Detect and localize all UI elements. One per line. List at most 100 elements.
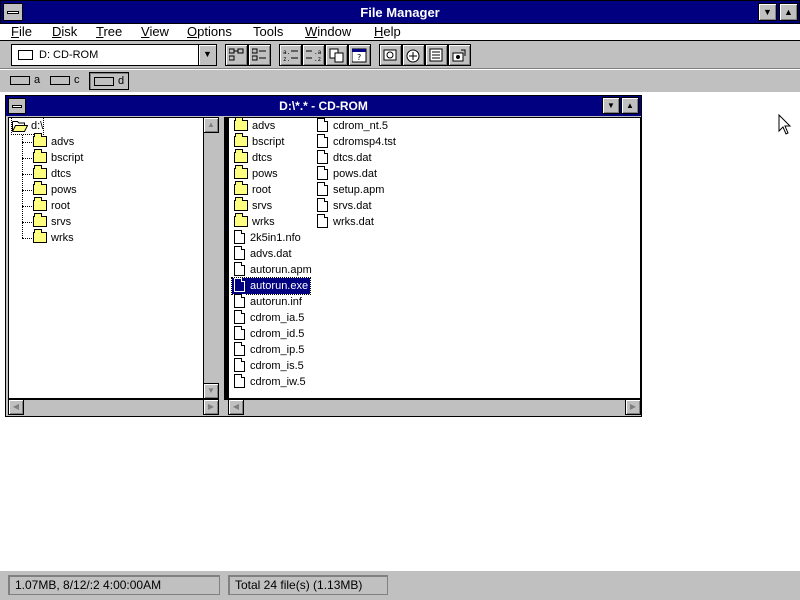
sort-by-type-button[interactable]: .a .z bbox=[302, 44, 325, 66]
tree-item-root[interactable]: root bbox=[33, 196, 70, 214]
connect-network-drive-button[interactable] bbox=[225, 44, 248, 66]
tree-horizontal-scrollbar[interactable]: ◀ ▶ bbox=[8, 399, 219, 415]
folder-item[interactable]: root bbox=[232, 180, 273, 198]
file-item[interactable]: cdrom_iw.5 bbox=[232, 374, 308, 390]
view-contents-button[interactable] bbox=[425, 44, 448, 66]
tree-item-root[interactable]: d:\ bbox=[10, 118, 45, 135]
menu-window[interactable]: Window bbox=[305, 24, 351, 40]
file-item[interactable]: setup.apm bbox=[315, 182, 386, 198]
file-item[interactable]: advs.dat bbox=[232, 246, 294, 262]
tree-item-label: advs bbox=[51, 136, 75, 148]
menu-disk[interactable]: Disk bbox=[52, 24, 77, 40]
item-label: setup.apm bbox=[333, 184, 385, 196]
folder-icon bbox=[234, 118, 248, 131]
file-icon bbox=[317, 118, 328, 133]
drive-a[interactable]: a bbox=[6, 72, 46, 90]
drive-d[interactable]: d bbox=[89, 72, 129, 90]
menu-view[interactable]: View bbox=[141, 24, 169, 40]
file-item[interactable]: dtcs.dat bbox=[315, 150, 374, 166]
maximize-button[interactable]: ▲ bbox=[779, 3, 798, 21]
menu-options[interactable]: Options bbox=[187, 24, 232, 40]
contents-horizontal-scrollbar[interactable]: ◀ ▶ bbox=[224, 399, 641, 415]
tree-item-label: d:\ bbox=[31, 120, 44, 132]
file-item[interactable]: pows.dat bbox=[315, 166, 379, 182]
scroll-left-icon[interactable]: ◀ bbox=[8, 399, 24, 415]
shared-folder-icon bbox=[452, 49, 466, 62]
file-icon bbox=[234, 230, 245, 245]
file-item[interactable]: autorun.exe bbox=[230, 277, 312, 295]
directory-contents[interactable]: advs bscript dtcs pows root srvs wrks 2k5in1.nf… bbox=[228, 117, 641, 399]
chevron-down-icon[interactable]: ▼ bbox=[198, 45, 216, 65]
window-title: File Manager bbox=[360, 5, 440, 20]
title-bar[interactable]: File Manager ▼ ▲ bbox=[0, 0, 800, 24]
file-properties-button[interactable]: ? bbox=[348, 44, 371, 66]
item-label: pows bbox=[252, 168, 278, 180]
sort-by-name-button[interactable]: a. z. bbox=[279, 44, 302, 66]
scroll-up-icon[interactable]: ▲ bbox=[203, 117, 219, 133]
menu-tools[interactable]: Tools bbox=[253, 24, 283, 40]
scroll-down-icon[interactable]: ▼ bbox=[203, 383, 219, 399]
file-item[interactable]: autorun.inf bbox=[232, 294, 304, 310]
file-item[interactable]: cdrom_ia.5 bbox=[232, 310, 306, 326]
directory-tree[interactable]: d:\ advs bscript dtcs pows root srvs wrks bbox=[8, 117, 205, 399]
folder-item[interactable]: srvs bbox=[232, 196, 274, 214]
menu-file[interactable]: File bbox=[11, 24, 32, 40]
file-item[interactable]: cdrom_is.5 bbox=[232, 358, 306, 374]
drive-c[interactable]: c bbox=[46, 72, 86, 90]
folder-item[interactable]: dtcs bbox=[232, 148, 274, 166]
open-folder-icon bbox=[12, 121, 29, 133]
sort-type-icon: .a.z bbox=[306, 49, 321, 62]
drive-select[interactable]: D: CD-ROM ▼ bbox=[11, 44, 217, 66]
folder-icon bbox=[234, 164, 248, 179]
tree-item-advs[interactable]: advs bbox=[33, 132, 75, 150]
folder-item[interactable]: bscript bbox=[232, 132, 286, 150]
tree-item-wrks[interactable]: wrks bbox=[33, 228, 74, 246]
stop-sharing-button[interactable] bbox=[402, 44, 425, 66]
copy-files-button[interactable] bbox=[325, 44, 348, 66]
tree-vertical-scrollbar[interactable]: ▲ ▼ bbox=[203, 117, 219, 399]
folder-item[interactable]: wrks bbox=[232, 212, 277, 230]
share-as-button[interactable] bbox=[379, 44, 402, 66]
status-total-info: Total 24 file(s) (1.13MB) bbox=[228, 575, 388, 595]
file-item[interactable]: cdrom_ip.5 bbox=[232, 342, 306, 358]
menu-tree[interactable]: Tree bbox=[96, 24, 122, 40]
child-minimize-button[interactable]: ▼ bbox=[602, 97, 620, 114]
file-icon bbox=[234, 246, 245, 261]
svg-text:.z: .z bbox=[314, 56, 321, 62]
menu-help[interactable]: Help bbox=[374, 24, 401, 40]
item-label: cdrom_iw.5 bbox=[250, 376, 306, 388]
properties-icon: ? bbox=[352, 48, 367, 63]
disconnect-network-drive-button[interactable] bbox=[248, 44, 271, 66]
child-maximize-button[interactable]: ▲ bbox=[621, 97, 639, 114]
scroll-right-icon[interactable]: ▶ bbox=[625, 399, 641, 415]
tree-item-bscript[interactable]: bscript bbox=[33, 148, 83, 166]
folder-icon bbox=[33, 228, 47, 243]
drive-select-value: D: CD-ROM bbox=[39, 49, 99, 61]
scroll-right-icon[interactable]: ▶ bbox=[203, 399, 219, 415]
tree-item-label: dtcs bbox=[51, 168, 72, 180]
cdrom-drive-icon bbox=[18, 50, 33, 60]
tree-item-label: root bbox=[51, 200, 70, 212]
tree-item-dtcs[interactable]: dtcs bbox=[33, 164, 72, 182]
shared-folders-button[interactable] bbox=[448, 44, 471, 66]
scroll-left-icon[interactable]: ◀ bbox=[228, 399, 244, 415]
file-item[interactable]: srvs.dat bbox=[315, 198, 374, 214]
folder-item[interactable]: advs bbox=[232, 118, 277, 134]
tree-item-srvs[interactable]: srvs bbox=[33, 212, 71, 230]
file-icon bbox=[317, 182, 328, 197]
directory-window[interactable]: D:\*.* - CD-ROM ▼ ▲ d:\ advs bscript dtcs p… bbox=[5, 95, 642, 417]
tree-connector bbox=[22, 206, 32, 207]
file-item[interactable]: cdrom_nt.5 bbox=[315, 118, 390, 134]
item-label: cdrom_nt.5 bbox=[333, 120, 389, 132]
directory-window-title-bar[interactable]: D:\*.* - CD-ROM ▼ ▲ bbox=[6, 96, 641, 116]
file-item[interactable]: 2k5in1.nfo bbox=[232, 230, 303, 246]
folder-item[interactable]: pows bbox=[232, 164, 280, 182]
file-item[interactable]: wrks.dat bbox=[315, 214, 376, 230]
file-icon bbox=[234, 326, 245, 341]
file-item[interactable]: autorun.apm bbox=[232, 262, 314, 278]
tree-connector bbox=[22, 190, 32, 191]
file-item[interactable]: cdrom_id.5 bbox=[232, 326, 306, 342]
tree-item-pows[interactable]: pows bbox=[33, 180, 77, 198]
minimize-button[interactable]: ▼ bbox=[758, 3, 777, 21]
file-item[interactable]: cdromsp4.tst bbox=[315, 134, 398, 150]
